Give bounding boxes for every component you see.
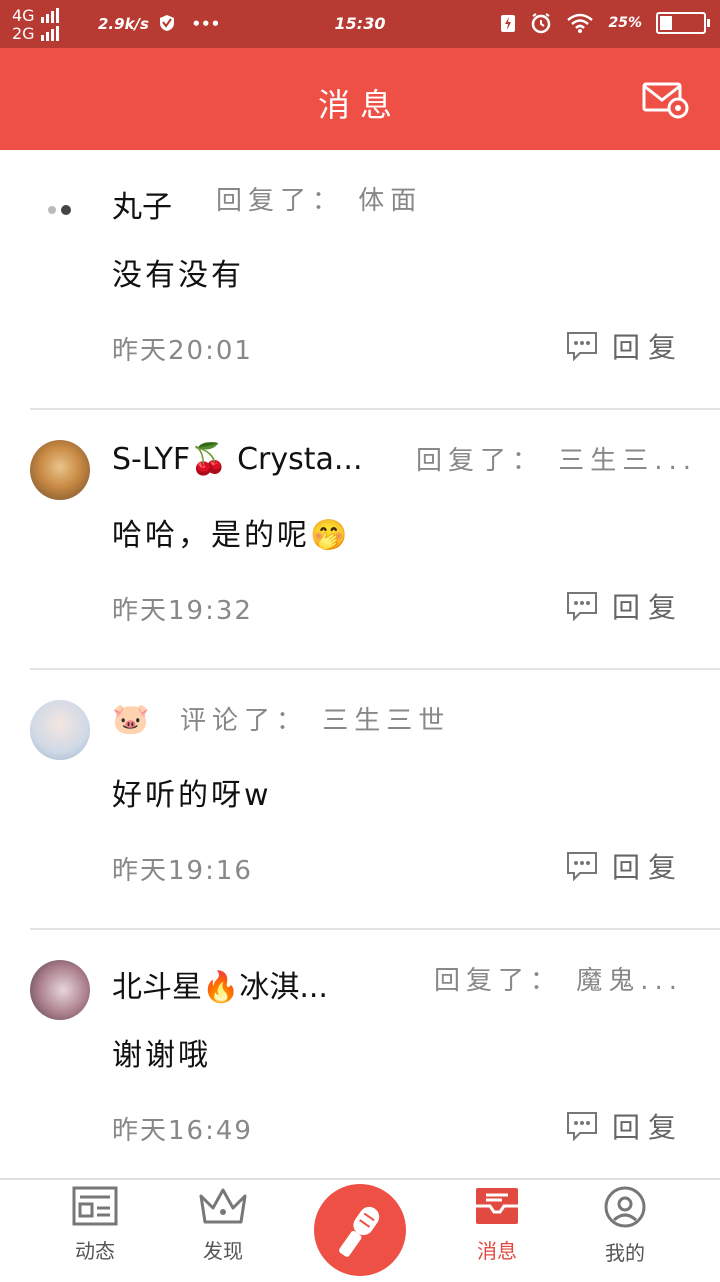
news-icon [72,1186,118,1226]
action-line: 回复了： 三生三... [416,440,697,477]
reply-button[interactable]: 回复 [566,1106,684,1146]
list-item[interactable]: 丸子 回复了： 体面 没有没有 昨天20:01 回复 [30,150,720,410]
target-title[interactable]: 三生三... [558,446,697,476]
action-text: 回复了： [216,186,345,216]
reply-button[interactable]: 回复 [566,326,684,366]
timestamp: 昨天20:01 [112,336,253,366]
reply-button[interactable]: 回复 [566,846,684,886]
comment-icon [566,1112,597,1141]
tab-profile[interactable]: 我的 [570,1186,680,1266]
reply-label: 回复 [611,591,684,624]
message-text: 谢谢哦 [112,1038,211,1073]
microphone-icon [339,1206,380,1257]
comment-icon [566,592,597,621]
battery-icon [656,12,710,34]
status-bar: 4G 2G 2.9k/s ••• 15:30 25% [0,0,720,48]
comment-icon [566,852,597,881]
tab-label: 发现 [203,1239,243,1263]
timestamp: 昨天19:16 [112,856,253,886]
mail-settings-icon[interactable] [642,80,690,120]
tab-label: 消息 [477,1239,517,1263]
avatar[interactable] [30,700,90,760]
action-text: 回复了： [434,966,563,996]
timestamp: 昨天16:49 [112,1116,253,1146]
avatar[interactable] [30,180,90,240]
avatar[interactable] [30,440,90,500]
charging-icon [501,15,516,32]
message-list: 丸子 回复了： 体面 没有没有 昨天20:01 回复 S-LYF🍒 Crysta… [0,150,720,1190]
avatar[interactable] [30,960,90,1020]
target-title[interactable]: 体面 [358,186,422,216]
alarm-icon [532,13,551,34]
target-title[interactable]: 三生三世 [322,706,450,736]
battery-percent: 25% [608,15,642,31]
target-title[interactable]: 魔鬼... [576,966,683,996]
tab-label: 我的 [605,1241,645,1265]
profile-icon [604,1186,646,1228]
page-title: 消息 [317,86,402,124]
message-text: 没有没有 [112,258,244,293]
bottom-tab-bar: 动态 发现 消息 我的 [0,1178,720,1282]
action-line: 评论了： 三生三世 [180,700,450,737]
sender-name[interactable]: 北斗星🔥冰淇... [112,962,328,1006]
list-item[interactable]: 🐷 评论了： 三生三世 好听的呀w 昨天19:16 回复 [30,670,720,930]
sender-name[interactable]: 🐷 [112,702,149,737]
tab-label: 动态 [75,1239,115,1263]
sender-name[interactable]: 丸子 [112,182,172,226]
action-line: 回复了： 魔鬼... [434,960,683,997]
header-bar: 消息 [0,48,720,150]
wifi-icon [567,13,594,33]
tab-discover[interactable]: 发现 [168,1186,278,1264]
reply-button[interactable]: 回复 [566,586,684,626]
timestamp: 昨天19:32 [112,596,253,626]
list-item[interactable]: 北斗星🔥冰淇... 回复了： 魔鬼... 谢谢哦 昨天16:49 回复 [30,930,720,1190]
tab-feed[interactable]: 动态 [40,1186,150,1264]
message-text: 哈哈，是的呢🤭 [112,518,351,553]
message-text: 好听的呀w [112,778,272,813]
sender-name[interactable]: S-LYF🍒 Crysta... [112,442,363,477]
message-icon [476,1188,518,1224]
record-button[interactable] [314,1184,406,1276]
crown-icon [199,1188,247,1224]
action-line: 回复了： 体面 [216,180,422,217]
reply-label: 回复 [611,331,684,364]
action-text: 回复了： [416,446,545,476]
reply-label: 回复 [611,851,684,884]
reply-label: 回复 [611,1111,684,1144]
list-item[interactable]: S-LYF🍒 Crysta... 回复了： 三生三... 哈哈，是的呢🤭 昨天1… [30,410,720,670]
comment-icon [566,332,597,361]
tab-messages[interactable]: 消息 [442,1186,552,1264]
action-text: 评论了： [180,706,309,736]
